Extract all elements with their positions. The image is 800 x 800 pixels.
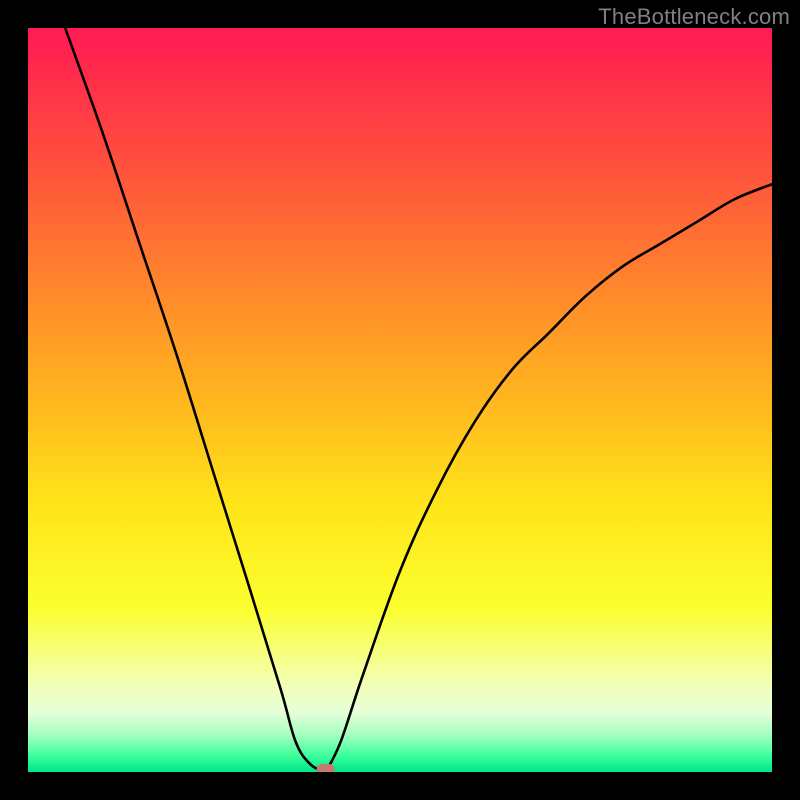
plot-area	[28, 28, 772, 772]
plot-svg	[28, 28, 772, 772]
curve-left	[65, 28, 325, 772]
curve-right	[326, 184, 772, 772]
chart-frame: TheBottleneck.com	[0, 0, 800, 800]
watermark-text: TheBottleneck.com	[598, 4, 790, 30]
minimum-marker	[317, 764, 335, 772]
